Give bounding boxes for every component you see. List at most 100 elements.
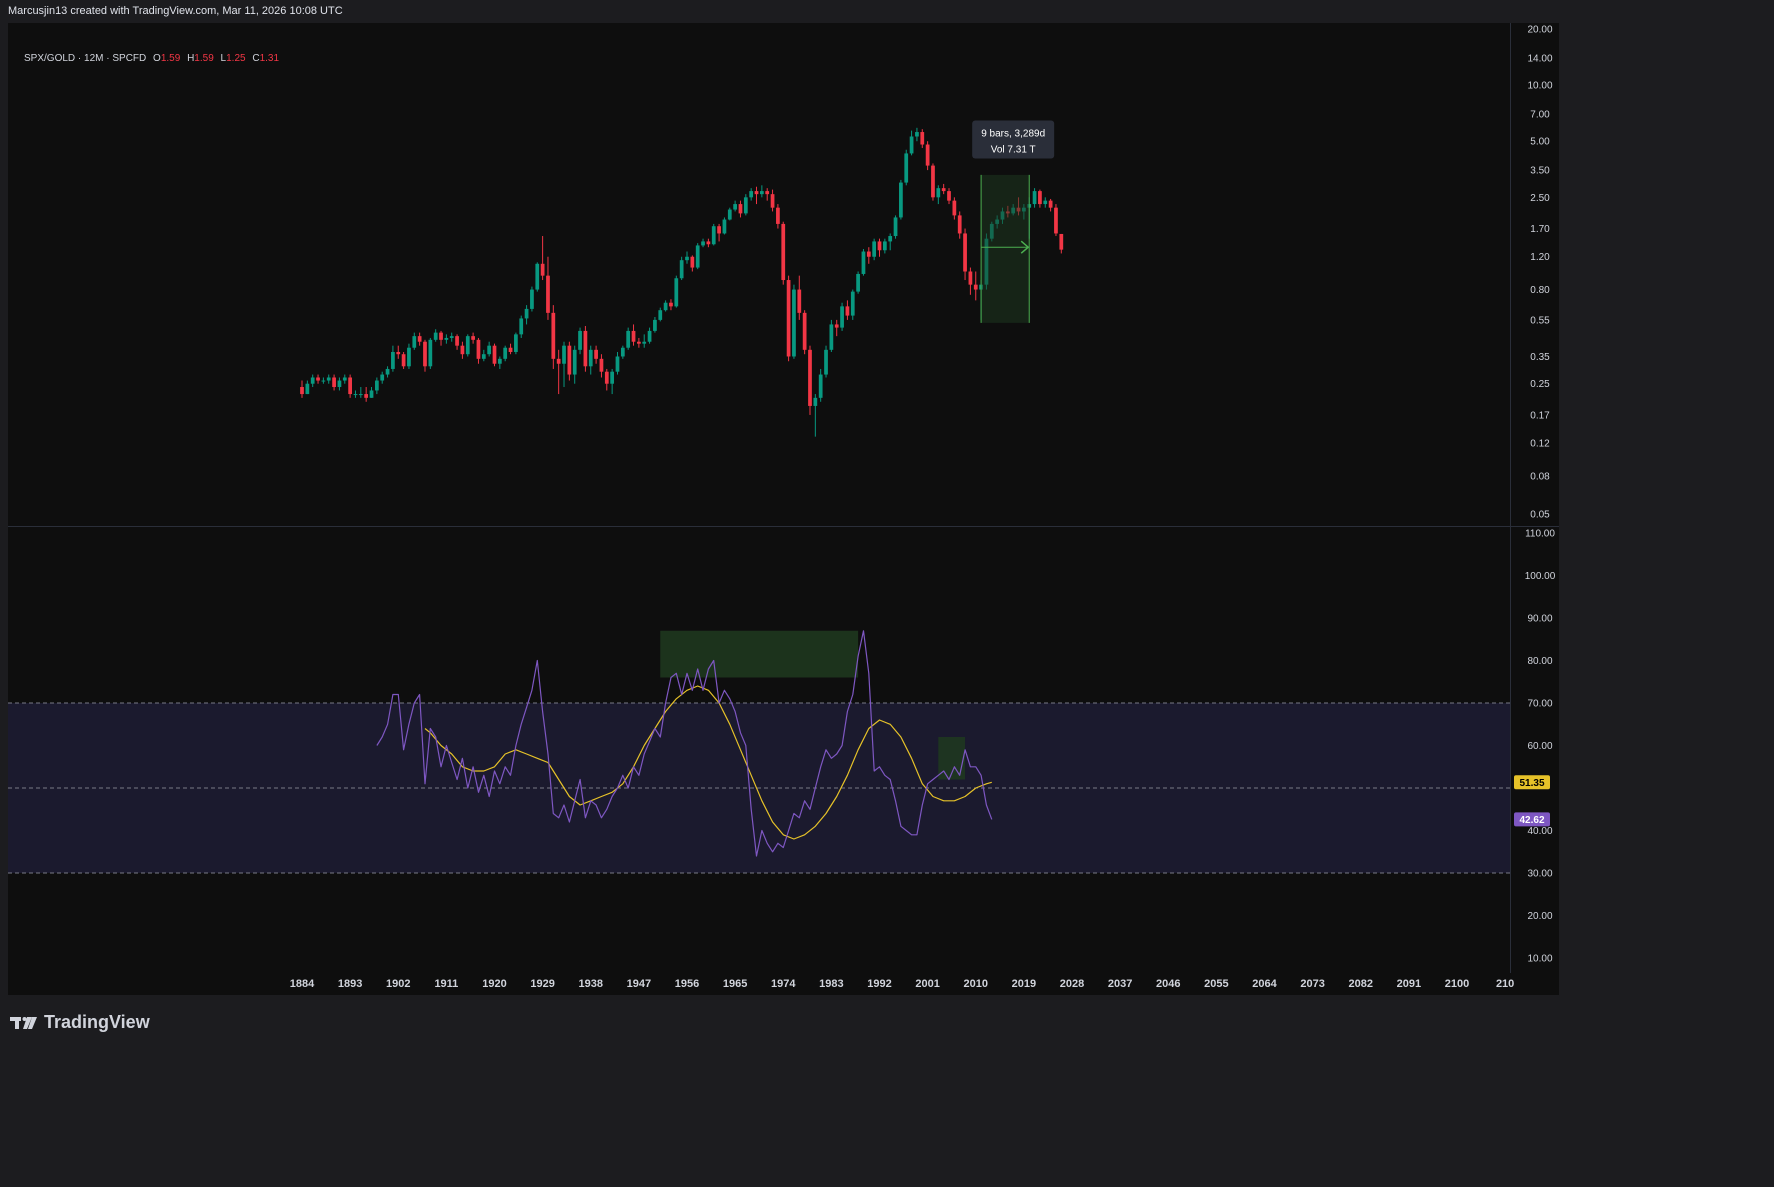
candle[interactable] [786,275,791,362]
candle[interactable] [316,374,320,384]
candle[interactable] [1059,233,1064,254]
candle[interactable] [455,334,459,350]
candle[interactable] [342,374,347,384]
candle[interactable] [957,211,962,239]
candle[interactable] [893,215,898,239]
candle[interactable] [674,275,679,308]
tradingview-logo[interactable]: TradingView [10,1012,150,1033]
candle[interactable] [973,271,978,301]
candle[interactable] [915,127,919,142]
candle[interactable] [861,249,866,276]
candle[interactable] [385,366,390,378]
candle[interactable] [460,341,465,359]
candle[interactable] [433,329,438,342]
candle[interactable] [348,374,352,398]
candle[interactable] [695,243,700,270]
candle[interactable] [471,332,475,344]
rsi-highlight-zone[interactable] [660,630,859,678]
candle[interactable] [444,334,449,344]
candle[interactable] [856,271,860,294]
candle[interactable] [663,300,668,312]
candle[interactable] [877,238,882,257]
candle[interactable] [1043,197,1048,208]
candle[interactable] [637,337,641,348]
candle[interactable] [626,327,631,350]
candle[interactable] [428,337,433,369]
candle[interactable] [963,228,967,281]
candle[interactable] [722,217,727,235]
candle[interactable] [337,377,342,391]
candle[interactable] [647,327,652,344]
candle[interactable] [332,374,336,391]
candle[interactable] [417,332,422,346]
candle[interactable] [781,221,786,285]
candle[interactable] [476,337,481,364]
candle[interactable] [888,233,893,251]
candle[interactable] [925,141,930,171]
measure-box[interactable] [981,174,1030,323]
candle[interactable] [305,380,310,395]
candle[interactable] [1032,188,1037,208]
chart-frame[interactable]: 9 bars, 3,289d Vol 7.31 T 20.00 14.00 10.00… [8,23,1559,995]
candle[interactable] [759,185,764,198]
candle[interactable] [556,349,561,395]
candle[interactable] [326,374,331,384]
candle[interactable] [535,262,540,292]
candle[interactable] [610,368,615,395]
candle[interactable] [653,317,657,333]
candle[interactable] [765,188,770,201]
candle[interactable] [524,305,529,325]
candle[interactable] [497,356,502,369]
candle[interactable] [931,163,935,201]
candle[interactable] [578,327,582,355]
candle[interactable] [594,345,598,364]
candle[interactable] [792,284,796,359]
candle[interactable] [364,387,369,402]
candle[interactable] [487,341,492,357]
candle[interactable] [546,256,550,320]
candle[interactable] [588,345,593,375]
candle[interactable] [369,387,374,398]
candle[interactable] [583,326,588,372]
candle[interactable] [829,319,834,352]
candle[interactable] [952,197,957,220]
candle[interactable] [1054,204,1058,237]
candle[interactable] [840,302,844,331]
candle[interactable] [813,394,818,437]
candle[interactable] [572,345,577,384]
candle[interactable] [834,319,839,337]
candle[interactable] [920,129,925,148]
candle[interactable] [604,368,609,391]
candle[interactable] [754,186,759,205]
candle[interactable] [808,345,812,415]
candle[interactable] [701,238,705,248]
candle[interactable] [669,299,673,311]
candle[interactable] [968,267,973,295]
candle[interactable] [401,351,406,369]
candle[interactable] [492,343,497,367]
candle[interactable] [396,345,401,359]
candle[interactable] [412,332,417,350]
candle[interactable] [530,286,534,312]
candle[interactable] [551,305,556,369]
candle[interactable] [690,255,695,272]
candle[interactable] [685,251,689,264]
candle[interactable] [391,345,395,372]
candle[interactable] [738,200,743,218]
candle[interactable] [423,339,427,372]
candle[interactable] [845,300,850,320]
candle[interactable] [802,310,807,355]
candle[interactable] [599,354,604,378]
candle[interactable] [380,371,385,384]
candle[interactable] [824,345,828,378]
candle[interactable] [749,188,754,201]
candle[interactable] [1048,198,1053,212]
candle[interactable] [882,238,887,254]
candle[interactable] [776,204,780,229]
candle[interactable] [872,238,877,261]
candle[interactable] [941,183,946,195]
candle[interactable] [449,332,454,342]
candle[interactable] [615,351,620,375]
candle[interactable] [743,194,748,216]
candle[interactable] [514,332,518,355]
